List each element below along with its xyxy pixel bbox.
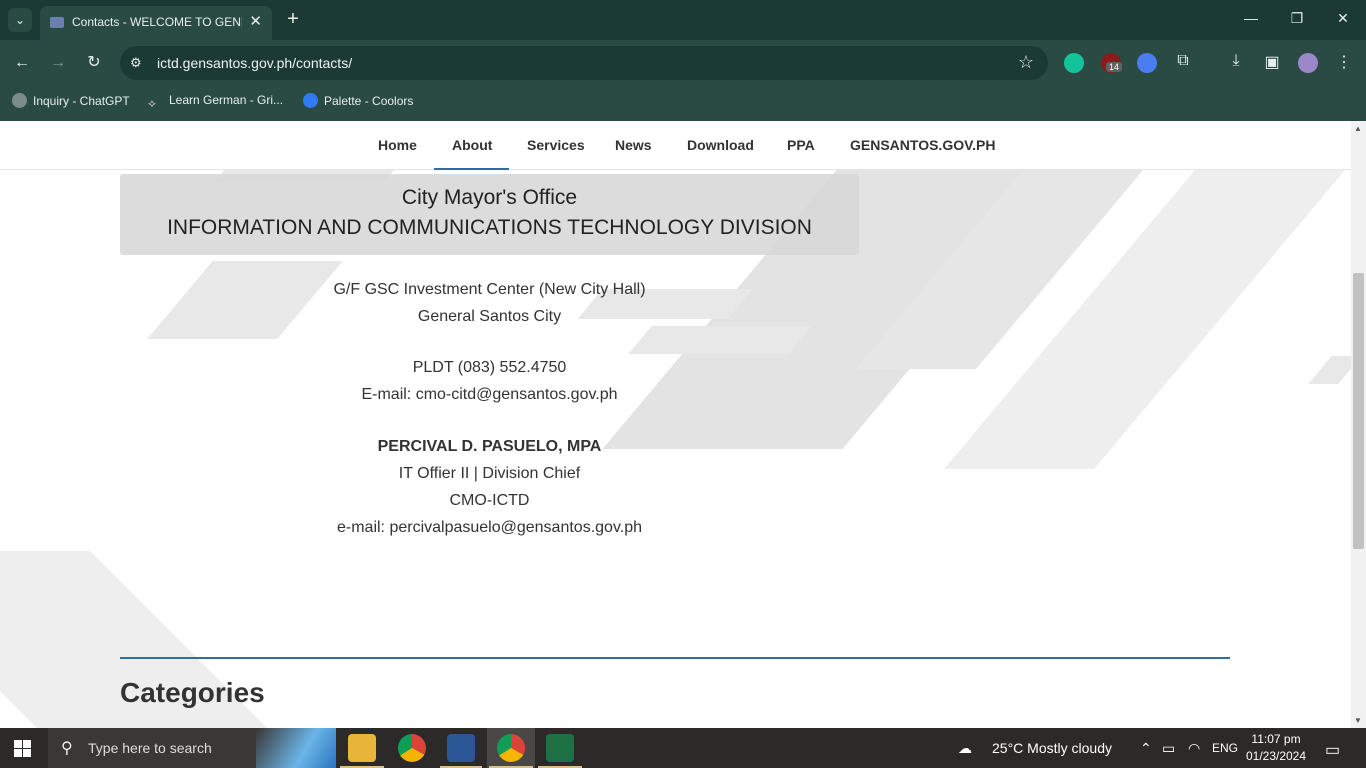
grammarly-extension-icon[interactable]	[1064, 53, 1084, 73]
address-bar[interactable]: ⚙ ictd.gensantos.gov.ph/contacts/ ☆	[120, 46, 1048, 80]
tab-search-chevron-icon[interactable]: ⌄	[8, 8, 32, 32]
side-panel-icon[interactable]: ▣	[1261, 52, 1283, 72]
profile-avatar[interactable]	[1298, 53, 1318, 73]
office-email[interactable]: E-mail: cmo-citd@gensantos.gov.ph	[120, 386, 859, 404]
file-explorer-icon[interactable]	[348, 734, 376, 762]
nav-services[interactable]: Services	[527, 137, 585, 153]
battery-icon[interactable]: ▭	[1162, 740, 1175, 757]
extension-badge: 14	[1106, 62, 1123, 72]
menu-kebab-icon[interactable]: ⋮	[1333, 52, 1355, 72]
tab-title: Contacts - WELCOME TO GENERAL	[72, 15, 242, 29]
scroll-down-icon[interactable]: ▼	[1354, 716, 1362, 725]
bookmark-chatgpt[interactable]: Inquiry - ChatGPT	[12, 93, 130, 108]
chief-name: PERCIVAL D. PASUELO, MPA	[377, 438, 602, 455]
page-scrollbar[interactable]: ▲ ▼	[1351, 121, 1366, 728]
extensions-puzzle-icon[interactable]: ⧉	[1172, 52, 1194, 70]
nav-active-underline	[434, 168, 509, 170]
browser-tab-contacts[interactable]: Contacts - WELCOME TO GENERAL ✕	[40, 6, 272, 40]
weather-cloud-icon[interactable]: ☁	[958, 740, 972, 757]
section-divider	[120, 657, 1230, 659]
nav-ppa[interactable]: PPA	[787, 137, 815, 153]
windows-start-icon[interactable]	[14, 740, 31, 757]
bg-stripe	[628, 326, 812, 354]
browser-tab-bar: ⌄ Contacts - WELCOME TO GENERAL ✕ + — ❐ …	[0, 0, 1366, 40]
search-placeholder: Type here to search	[88, 740, 212, 756]
reload-icon[interactable]: ↻	[83, 52, 105, 74]
chatgpt-icon	[12, 93, 27, 108]
system-clock[interactable]: 11:07 pm 01/23/2024	[1240, 731, 1312, 765]
nav-download[interactable]: Download	[687, 137, 754, 153]
chrome-icon[interactable]	[398, 734, 426, 762]
scroll-up-icon[interactable]: ▲	[1354, 124, 1362, 133]
windows-taskbar: ⚲ Type here to search ☁ 25°C Mostly clou…	[0, 728, 1366, 768]
search-icon: ⚲	[61, 740, 73, 757]
clock-date: 01/23/2024	[1245, 749, 1307, 763]
chrome-profile-icon[interactable]	[497, 734, 525, 762]
division-name: INFORMATION AND COMMUNICATIONS TECHNOLOG…	[167, 216, 812, 239]
forward-arrow-icon[interactable]: →	[47, 52, 69, 74]
griffin-icon: ⟡	[148, 96, 156, 110]
site-info-icon[interactable]: ⚙	[130, 55, 146, 71]
browser-toolbar: ← → ↻ ⚙ ictd.gensantos.gov.ph/contacts/ …	[0, 40, 1366, 86]
download-icon[interactable]: ⤓	[1225, 52, 1247, 70]
categories-heading: Categories	[120, 677, 265, 708]
tab-close-icon[interactable]: ✕	[249, 12, 262, 30]
nav-home[interactable]: Home	[378, 137, 417, 153]
nav-about[interactable]: About	[452, 137, 492, 153]
weather-text[interactable]: 25°C Mostly cloudy	[992, 740, 1112, 756]
back-arrow-icon[interactable]: ←	[11, 52, 33, 74]
excel-icon[interactable]	[546, 734, 574, 762]
new-tab-plus-icon[interactable]: +	[283, 8, 303, 30]
site-favicon-icon	[50, 17, 64, 28]
nav-news[interactable]: News	[615, 137, 652, 153]
site-nav-menu: Home About Services News Download PPA GE…	[0, 121, 1351, 170]
tray-chevron-icon[interactable]: ⌃	[1140, 740, 1152, 757]
phone-number: PLDT (083) 552.4750	[412, 359, 567, 376]
chief-email[interactable]: e-mail: percivalpasuelo@gensantos.gov.ph	[120, 519, 859, 537]
bg-stripe	[147, 261, 343, 339]
bookmark-coolors[interactable]: Palette - Coolors	[303, 93, 413, 108]
window-close-icon[interactable]: ✕	[1331, 10, 1355, 27]
extension-blue-icon[interactable]	[1137, 53, 1157, 73]
word-icon[interactable]	[447, 734, 475, 762]
address-line-1: G/F GSC Investment Center (New City Hall…	[333, 281, 646, 298]
office-name: City Mayor's Office	[401, 186, 578, 209]
language-indicator[interactable]: ENG	[1212, 741, 1238, 755]
web-page: Home About Services News Download PPA GE…	[0, 121, 1351, 728]
restore-icon[interactable]: ❐	[1285, 10, 1309, 27]
scrollbar-thumb[interactable]	[1353, 273, 1364, 549]
coolors-icon	[303, 93, 318, 108]
nav-gensantos[interactable]: GENSANTOS.GOV.PH	[850, 137, 995, 153]
clock-time: 11:07 pm	[1251, 732, 1301, 746]
bookmarks-bar: Inquiry - ChatGPT ⟡ Learn German - Gri...…	[0, 86, 1366, 121]
taskbar-search-box[interactable]: ⚲ Type here to search	[48, 728, 336, 768]
wifi-icon[interactable]: ◠	[1188, 740, 1200, 757]
bg-stripe	[1308, 356, 1351, 384]
url-text: ictd.gensantos.gov.ph/contacts/	[157, 55, 353, 71]
bookmark-star-icon[interactable]: ☆	[1018, 52, 1034, 73]
address-line-2: General Santos City	[417, 308, 562, 325]
bookmark-learn-german[interactable]: ⟡ Learn German - Gri...	[148, 93, 283, 111]
chief-office: CMO-ICTD	[449, 492, 530, 509]
office-title-box: City Mayor's Office INFORMATION AND COMM…	[120, 174, 859, 255]
notifications-icon[interactable]: ▭	[1325, 740, 1340, 760]
minimize-icon[interactable]: —	[1239, 10, 1263, 26]
search-highlight-art	[256, 728, 336, 768]
chief-title: IT Offier II | Division Chief	[398, 465, 581, 482]
